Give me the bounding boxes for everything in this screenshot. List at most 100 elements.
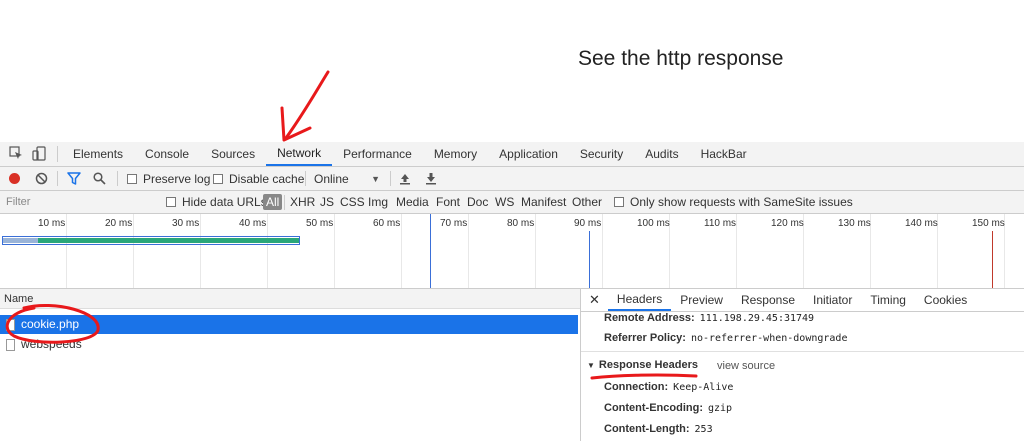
filter-icon xyxy=(67,172,81,185)
record-button[interactable] xyxy=(9,167,20,190)
header-key: Content-Length: xyxy=(604,423,690,435)
filter-type-all[interactable]: All xyxy=(263,194,283,210)
file-icon xyxy=(6,318,15,331)
clear-icon xyxy=(35,172,48,185)
divider xyxy=(117,171,118,186)
throttling-select[interactable]: Online ▼ xyxy=(314,167,380,190)
header-value: gzip xyxy=(707,403,733,414)
file-icon xyxy=(6,338,15,351)
header-value: 253 xyxy=(694,424,713,435)
divider xyxy=(284,195,285,210)
tab-elements[interactable]: Elements xyxy=(62,142,134,166)
checkbox-box xyxy=(127,173,137,184)
timeline-tick-label: 90 ms xyxy=(574,218,602,229)
section-divider xyxy=(581,351,1024,352)
timeline-overview[interactable]: 10 ms 20 ms 30 ms 40 ms 50 ms 60 ms 70 m… xyxy=(0,214,1024,289)
header-key: Content-Encoding: xyxy=(604,402,703,414)
timeline-gridline xyxy=(602,214,603,288)
tab-cookies[interactable]: Cookies xyxy=(915,289,976,311)
filter-type-media[interactable]: Media xyxy=(396,191,429,213)
filter-bar: Filter Hide data URLs All XHR JS CSS Img… xyxy=(0,191,1024,214)
load-marker xyxy=(589,231,590,288)
tab-hackbar[interactable]: HackBar xyxy=(690,142,758,166)
divider xyxy=(57,171,58,186)
requests-pane: Name cookie.php webspeeds xyxy=(0,289,581,441)
triangle-down-icon: ▼ xyxy=(587,361,595,370)
tab-initiator[interactable]: Initiator xyxy=(804,289,861,311)
hide-data-urls-label: Hide data URLs xyxy=(182,195,267,209)
tab-preview[interactable]: Preview xyxy=(671,289,732,311)
device-toolbar-icon[interactable] xyxy=(32,146,48,162)
filter-type-doc[interactable]: Doc xyxy=(467,191,488,213)
timeline-tick-label: 70 ms xyxy=(440,218,468,229)
tab-headers[interactable]: Headers xyxy=(607,289,672,311)
filter-type-js[interactable]: JS xyxy=(320,191,334,213)
name-column-header[interactable]: Name xyxy=(0,289,580,309)
header-value: no-referrer-when-downgrade xyxy=(690,333,848,344)
hide-data-urls-checkbox[interactable]: Hide data URLs xyxy=(166,191,267,213)
finish-marker xyxy=(992,231,993,288)
filter-input[interactable]: Filter xyxy=(6,191,30,213)
tab-sources[interactable]: Sources xyxy=(200,142,266,166)
clear-button[interactable] xyxy=(35,167,48,190)
referrer-policy-row: Referrer Policy: no-referrer-when-downgra… xyxy=(604,332,847,344)
tab-network[interactable]: Network xyxy=(266,142,333,166)
export-har-button[interactable] xyxy=(425,167,437,190)
tab-console[interactable]: Console xyxy=(134,142,200,166)
timeline-gridline xyxy=(736,214,737,288)
filter-type-manifest[interactable]: Manifest xyxy=(521,191,566,213)
timeline-tick-label: 60 ms xyxy=(373,218,401,229)
divider xyxy=(390,171,391,186)
timeline-gridline xyxy=(267,214,268,288)
samesite-issues-label: Only show requests with SameSite issues xyxy=(630,195,853,209)
import-har-button[interactable] xyxy=(399,167,411,190)
view-source-link[interactable]: view source xyxy=(717,360,775,372)
filter-type-img[interactable]: Img xyxy=(368,191,388,213)
preserve-log-label: Preserve log xyxy=(143,171,211,186)
timeline-gridline xyxy=(133,214,134,288)
response-header-row: Content-Length: 253 xyxy=(604,423,713,435)
filter-type-ws[interactable]: WS xyxy=(495,191,514,213)
request-name: cookie.php xyxy=(21,317,80,331)
tab-memory[interactable]: Memory xyxy=(423,142,488,166)
filter-type-other[interactable]: Other xyxy=(572,191,602,213)
divider xyxy=(57,146,58,162)
devtools-panel: Elements Console Sources Network Perform… xyxy=(0,142,1024,441)
timeline-gridline xyxy=(200,214,201,288)
disable-cache-checkbox[interactable]: Disable cache xyxy=(213,167,304,190)
timeline-tick-label: 80 ms xyxy=(507,218,535,229)
timeline-tick-label: 130 ms xyxy=(838,218,871,229)
tab-response[interactable]: Response xyxy=(732,289,804,311)
devtools-tabbar: Elements Console Sources Network Perform… xyxy=(0,142,1024,167)
tab-timing[interactable]: Timing xyxy=(861,289,915,311)
samesite-issues-checkbox[interactable]: Only show requests with SameSite issues xyxy=(614,191,853,213)
tab-audits[interactable]: Audits xyxy=(634,142,689,166)
close-icon[interactable]: ✕ xyxy=(581,292,608,308)
request-row-cookie-php[interactable]: cookie.php xyxy=(0,315,578,334)
filter-type-font[interactable]: Font xyxy=(436,191,460,213)
tab-application[interactable]: Application xyxy=(488,142,569,166)
timeline-tick-label: 30 ms xyxy=(172,218,200,229)
remote-address-row: Remote Address: 111.198.29.45:31749 xyxy=(604,312,814,324)
tab-security[interactable]: Security xyxy=(569,142,634,166)
preserve-log-checkbox[interactable]: Preserve log xyxy=(127,167,210,190)
annotation-arrow-icon xyxy=(280,70,330,142)
header-value: 111.198.29.45:31749 xyxy=(699,313,815,324)
inspect-element-icon[interactable] xyxy=(9,146,23,160)
response-header-row: Content-Encoding: gzip xyxy=(604,402,732,414)
timeline-gridline xyxy=(535,214,536,288)
response-headers-title: Response Headers xyxy=(598,359,698,371)
search-button[interactable] xyxy=(93,167,106,190)
header-key: Referrer Policy: xyxy=(604,332,686,344)
timeline-gridline xyxy=(66,214,67,288)
header-key: Connection: xyxy=(604,381,669,393)
filter-toggle-button[interactable] xyxy=(67,167,81,190)
response-headers-section[interactable]: ▼ Response Headers xyxy=(587,359,698,371)
filter-type-xhr[interactable]: XHR xyxy=(290,191,315,213)
tab-performance[interactable]: Performance xyxy=(332,142,423,166)
request-row-webspeeds[interactable]: webspeeds xyxy=(0,335,578,354)
network-toolbar: Preserve log Disable cache Online ▼ xyxy=(0,167,1024,191)
dom-content-loaded-marker xyxy=(430,214,431,288)
caption-text: See the http response xyxy=(578,47,784,70)
filter-type-css[interactable]: CSS xyxy=(340,191,365,213)
